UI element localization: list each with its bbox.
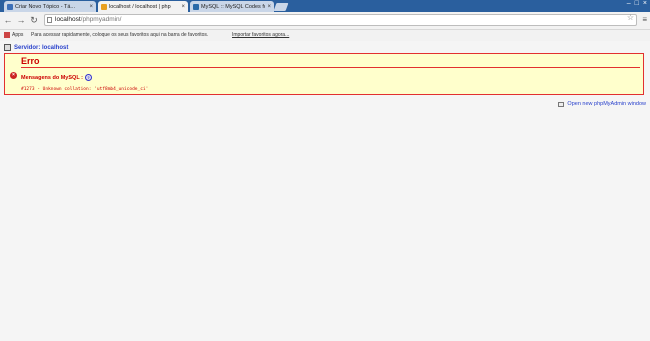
browser-toolbar: ← → ↻ localhost/phpmyadmin/ ☆ ≡ — [0, 12, 650, 30]
tab-title: localhost / localhost | php — [109, 3, 171, 10]
back-arrow-icon[interactable]: ← — [3, 15, 13, 25]
error-panel: Erro × Mensagens do MySQL : ? #1273 - Un… — [4, 53, 644, 95]
new-tab-button[interactable] — [273, 3, 289, 11]
apps-label: Apps — [12, 32, 24, 38]
forward-arrow-icon[interactable]: → — [16, 15, 26, 25]
new-window-icon — [558, 101, 565, 107]
menu-icon[interactable]: ≡ — [642, 15, 647, 24]
server-icon — [4, 44, 11, 51]
reload-icon[interactable]: ↻ — [29, 15, 39, 25]
phpmyadmin-icon — [101, 3, 107, 10]
mysql-icon — [193, 3, 199, 10]
tab-mysql-codes[interactable]: MySQL :: MySQL Codes fo × — [190, 1, 274, 12]
error-title: Erro — [21, 56, 40, 66]
tab-strip: Criar Novo Tópico - Tá... × localhost / … — [0, 0, 650, 12]
url-path: /phpmyadmin/ — [80, 16, 122, 23]
error-divider — [21, 67, 640, 68]
tab-title: MySQL :: MySQL Codes fo — [201, 3, 266, 10]
address-bar[interactable]: localhost/phpmyadmin/ — [44, 14, 637, 26]
close-icon[interactable]: × — [181, 4, 185, 10]
close-window-icon[interactable]: × — [643, 0, 647, 10]
server-breadcrumb[interactable]: Servidor: localhost — [4, 44, 68, 51]
help-icon[interactable]: ? — [84, 74, 92, 81]
server-label[interactable]: Servidor: localhost — [14, 45, 68, 51]
tab-criar-topico[interactable]: Criar Novo Tópico - Tá... × — [4, 1, 96, 12]
import-bookmarks-link[interactable]: Importar favoritos agora... — [232, 32, 289, 38]
mysql-message-text: Mensagens do MySQL : — [21, 74, 83, 81]
error-icon: × — [10, 72, 17, 79]
mysql-message-label: Mensagens do MySQL : ? — [21, 74, 92, 81]
tab-title: Criar Novo Tópico - Tá... — [15, 3, 76, 10]
apps-grid-icon — [4, 32, 10, 38]
error-code: #1273 - Unknown collation: 'utf8mb4_unic… — [21, 87, 149, 92]
url-host: localhost — [55, 16, 81, 23]
new-window-label[interactable]: Open new phpMyAdmin window — [567, 101, 646, 107]
maximize-icon[interactable]: □ — [635, 0, 639, 10]
window-controls: – □ × — [627, 0, 647, 10]
tab-phpmyadmin[interactable]: localhost / localhost | php × — [98, 1, 188, 12]
bookmarks-prompt: Para acessar rapidamente, coloque os seu… — [31, 32, 209, 38]
page-content: Servidor: localhost Erro × Mensagens do … — [0, 41, 650, 341]
close-icon[interactable]: × — [89, 4, 93, 10]
minimize-icon[interactable]: – — [627, 0, 631, 10]
open-new-window-link[interactable]: Open new phpMyAdmin window — [558, 101, 646, 107]
forum-icon — [7, 3, 13, 10]
page-icon — [47, 17, 52, 23]
bookmark-star-icon[interactable]: ☆ — [627, 13, 634, 22]
close-icon[interactable]: × — [267, 4, 271, 10]
apps-button[interactable]: Apps — [4, 32, 23, 38]
